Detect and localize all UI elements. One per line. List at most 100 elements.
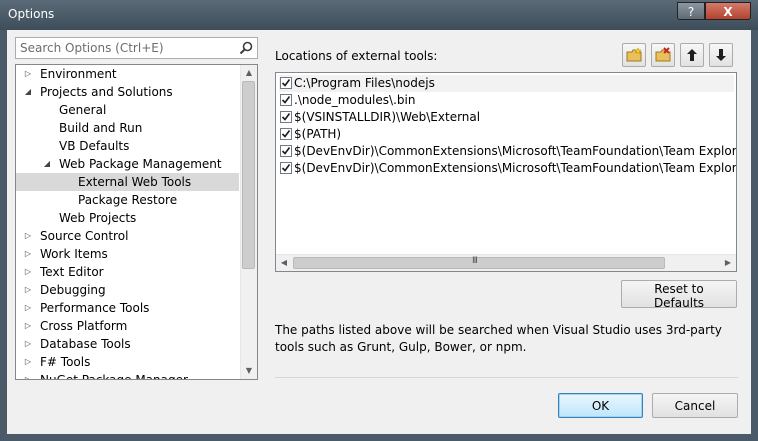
search-box bbox=[15, 37, 258, 59]
tree-item[interactable]: Web Projects bbox=[16, 209, 239, 227]
search-input[interactable] bbox=[16, 38, 239, 58]
locations-label: Locations of external tools: bbox=[275, 49, 438, 63]
move-down-button[interactable] bbox=[709, 43, 733, 67]
path-text: $(VSINSTALLDIR)\Web\External bbox=[294, 110, 481, 124]
dialog-body: ▷ Environment ◢ Projects and Solutions Gener… bbox=[7, 30, 751, 434]
path-checkbox[interactable] bbox=[280, 111, 292, 123]
tree-expanded-icon[interactable]: ◢ bbox=[41, 155, 53, 173]
tree-collapsed-icon[interactable]: ▷ bbox=[22, 281, 34, 299]
tree-vertical-scrollbar[interactable]: ▲ ▼ bbox=[240, 65, 257, 379]
tree-expanded-icon[interactable]: ◢ bbox=[22, 83, 34, 101]
close-button[interactable]: X bbox=[705, 2, 751, 20]
path-checkbox[interactable] bbox=[280, 94, 292, 106]
move-up-button[interactable] bbox=[680, 43, 704, 67]
reset-to-defaults-button[interactable]: Reset to Defaults bbox=[621, 280, 737, 310]
tree-item-label: Performance Tools bbox=[40, 301, 150, 315]
tree-item[interactable]: ▷ Source Control bbox=[16, 227, 239, 245]
checkmark-icon bbox=[281, 130, 291, 138]
tree-item[interactable]: ◢ Projects and Solutions bbox=[16, 83, 239, 101]
ok-button[interactable]: OK bbox=[558, 393, 643, 418]
new-folder-icon bbox=[626, 47, 642, 62]
tree-collapsed-icon[interactable]: ▷ bbox=[22, 299, 34, 317]
path-checkbox[interactable] bbox=[280, 77, 292, 89]
tree-item[interactable]: Package Restore bbox=[16, 191, 239, 209]
tree-item-label: Build and Run bbox=[59, 121, 143, 135]
arrow-down-icon bbox=[716, 49, 726, 61]
tree-item-label: NuGet Package Manager bbox=[40, 373, 188, 380]
tree-item[interactable]: ▷ Debugging bbox=[16, 281, 239, 299]
new-folder-button[interactable] bbox=[622, 43, 646, 67]
tree-item-label: Projects and Solutions bbox=[40, 85, 173, 99]
scroll-right-arrow-icon[interactable]: ▶ bbox=[720, 255, 736, 271]
tree-item-label: Source Control bbox=[40, 229, 129, 243]
tree-item[interactable]: VB Defaults bbox=[16, 137, 239, 155]
tree-item[interactable]: ▷ Cross Platform bbox=[16, 317, 239, 335]
path-checkbox[interactable] bbox=[280, 128, 292, 140]
tree-collapsed-icon[interactable]: ▷ bbox=[22, 227, 34, 245]
window-border-bottom bbox=[0, 434, 758, 441]
window-border-left bbox=[0, 30, 7, 441]
scrollbar-grip: III bbox=[472, 256, 478, 266]
cancel-button[interactable]: Cancel bbox=[652, 393, 738, 418]
tree-item-label: Debugging bbox=[40, 283, 106, 297]
path-text: C:\Program Files\nodejs bbox=[294, 76, 435, 90]
checkmark-icon bbox=[281, 164, 291, 172]
tree-item[interactable]: ▷ NuGet Package Manager bbox=[16, 371, 239, 380]
tree-collapsed-icon[interactable]: ▷ bbox=[22, 245, 34, 263]
path-text: $(PATH) bbox=[294, 127, 342, 141]
tree-item[interactable]: ▷ Work Items bbox=[16, 245, 239, 263]
tree-item[interactable]: ▷ Database Tools bbox=[16, 335, 239, 353]
options-tree[interactable]: ▷ Environment ◢ Projects and Solutions Gener… bbox=[15, 64, 258, 380]
tree-item-label: Web Package Management bbox=[59, 157, 222, 171]
description-text: The paths listed above will be searched … bbox=[275, 323, 722, 354]
tree-collapsed-icon[interactable]: ▷ bbox=[22, 263, 34, 281]
tree-item[interactable]: Build and Run bbox=[16, 119, 239, 137]
tree-item[interactable]: ▷ Text Editor bbox=[16, 263, 239, 281]
tree-item-label: F# Tools bbox=[40, 355, 91, 369]
tree-item[interactable]: General bbox=[16, 101, 239, 119]
checkmark-icon bbox=[281, 96, 291, 104]
tree-item-label: Work Items bbox=[40, 247, 108, 261]
path-checkbox[interactable] bbox=[280, 145, 292, 157]
tree-item-label: Cross Platform bbox=[40, 319, 128, 333]
arrow-up-icon bbox=[687, 49, 697, 61]
delete-folder-button[interactable] bbox=[651, 43, 675, 67]
divider bbox=[275, 377, 738, 378]
checkmark-icon bbox=[281, 79, 291, 87]
title-bar: Options ? X bbox=[0, 0, 758, 30]
tree-collapsed-icon[interactable]: ▷ bbox=[22, 317, 34, 335]
tree-item[interactable]: ▷ Performance Tools bbox=[16, 299, 239, 317]
tree-item-label: Web Projects bbox=[59, 211, 137, 225]
tree-collapsed-icon[interactable]: ▷ bbox=[22, 65, 34, 83]
horizontal-scrollbar-thumb[interactable]: III bbox=[293, 256, 665, 269]
scroll-down-arrow-icon[interactable]: ▼ bbox=[241, 363, 257, 379]
path-text: $(DevEnvDir)\CommonExtensions\Microsoft\… bbox=[294, 144, 737, 158]
tree-items: ▷ Environment ◢ Projects and Solutions Gener… bbox=[16, 65, 239, 380]
tree-item-label: VB Defaults bbox=[59, 139, 130, 153]
tree-item[interactable]: External Web Tools bbox=[16, 173, 239, 191]
list-horizontal-scrollbar[interactable]: ◀ III ▶ bbox=[276, 254, 736, 271]
path-text: .\node_modules\.bin bbox=[294, 93, 416, 107]
tree-collapsed-icon[interactable]: ▷ bbox=[22, 371, 34, 379]
scrollbar-thumb[interactable] bbox=[242, 81, 255, 269]
scroll-left-arrow-icon[interactable]: ◀ bbox=[276, 255, 292, 271]
tree-item-label: External Web Tools bbox=[78, 175, 192, 189]
delete-folder-icon bbox=[655, 47, 671, 62]
tool-locations-list[interactable]: C:\Program Files\nodejs .\node_modules\.b… bbox=[275, 72, 737, 272]
path-checkbox[interactable] bbox=[280, 162, 292, 174]
tree-item[interactable]: ◢ Web Package Management bbox=[16, 155, 239, 173]
checkmark-icon bbox=[281, 113, 291, 121]
tree-item-label: Database Tools bbox=[40, 337, 131, 351]
tree-item-label: Text Editor bbox=[40, 265, 104, 279]
tree-item-label: Package Restore bbox=[78, 193, 178, 207]
tree-item[interactable]: ▷ F# Tools bbox=[16, 353, 239, 371]
path-row[interactable]: C:\Program Files\nodejs bbox=[279, 75, 734, 92]
path-text: $(DevEnvDir)\CommonExtensions\Microsoft\… bbox=[294, 161, 737, 175]
tree-collapsed-icon[interactable]: ▷ bbox=[22, 353, 34, 371]
tree-item[interactable]: ▷ Environment bbox=[16, 65, 239, 83]
window-title: Options bbox=[8, 7, 55, 21]
tree-collapsed-icon[interactable]: ▷ bbox=[22, 335, 34, 353]
scroll-up-arrow-icon[interactable]: ▲ bbox=[241, 65, 257, 81]
help-button[interactable]: ? bbox=[677, 2, 705, 20]
search-icon[interactable] bbox=[238, 40, 254, 56]
